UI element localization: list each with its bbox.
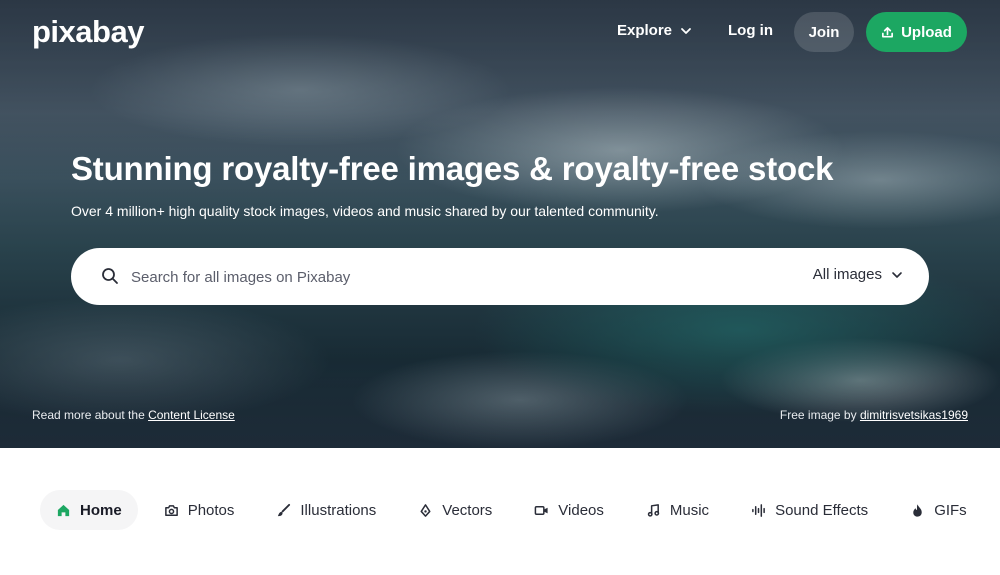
tab-label: Music	[669, 501, 710, 519]
tab-videos[interactable]: Videos	[518, 490, 620, 530]
brush-icon	[278, 503, 291, 516]
explore-menu-button[interactable]: Explore	[617, 22, 692, 39]
upload-button[interactable]: Upload	[866, 12, 967, 52]
tab-music[interactable]: Music	[630, 490, 725, 530]
media-type-dropdown[interactable]: All images	[813, 266, 903, 283]
explore-label: Explore	[617, 22, 673, 39]
home-icon	[57, 504, 70, 516]
upload-label: Upload	[901, 23, 952, 41]
tab-label: Home	[80, 501, 122, 519]
image-author-prefix: Free image by	[779, 408, 860, 422]
music-note-icon	[647, 503, 660, 517]
tab-label: Photos	[187, 501, 235, 519]
image-author-link[interactable]: dimitrisvetsikas1969	[860, 408, 968, 422]
search-bar: All images	[71, 248, 929, 305]
tab-label: Illustrations	[300, 501, 377, 519]
tab-photos[interactable]: Photos	[148, 490, 251, 530]
chevron-down-icon	[681, 27, 691, 34]
tab-label: GIFs	[934, 501, 967, 519]
tab-label: Vectors	[442, 501, 493, 519]
join-label: Join	[808, 23, 840, 41]
chevron-down-icon	[892, 271, 902, 278]
tab-gifs[interactable]: GIFs	[894, 490, 983, 530]
content-license-prefix: Read more about the	[32, 408, 149, 422]
pen-nib-icon	[420, 503, 431, 517]
pixabay-logo[interactable]: pixabay	[32, 14, 144, 50]
media-type-label: All images	[812, 266, 882, 283]
content-license-credit: Read more about the Content License	[32, 408, 235, 422]
upload-icon	[882, 26, 894, 38]
content-license-link[interactable]: Content License	[148, 408, 235, 422]
image-author-credit: Free image by dimitrisvetsikas1969	[780, 408, 968, 422]
search-input[interactable]	[131, 262, 731, 292]
tab-label: Sound Effects	[775, 501, 869, 519]
join-button[interactable]: Join	[794, 12, 854, 52]
waveform-icon	[752, 503, 765, 517]
top-navigation: pixabay Explore Log in Join Upload	[0, 0, 1000, 66]
flame-icon	[913, 503, 922, 517]
hero-subline: Over 4 million+ high quality stock image…	[71, 203, 659, 219]
login-link[interactable]: Log in	[728, 22, 773, 39]
video-icon	[534, 505, 548, 515]
camera-icon	[164, 504, 178, 516]
search-icon[interactable]	[101, 267, 119, 285]
tab-home[interactable]: Home	[40, 490, 138, 530]
tab-vectors[interactable]: Vectors	[402, 490, 508, 530]
tab-label: Videos	[558, 501, 604, 519]
hero-headline: Stunning royalty-free images & royalty-f…	[71, 150, 834, 187]
tab-illustrations[interactable]: Illustrations	[260, 490, 392, 530]
media-category-tabs: Home Photos Illustrations Vectors Videos	[40, 490, 993, 530]
tab-sound-effects[interactable]: Sound Effects	[735, 490, 884, 530]
hero-banner	[0, 0, 1000, 448]
